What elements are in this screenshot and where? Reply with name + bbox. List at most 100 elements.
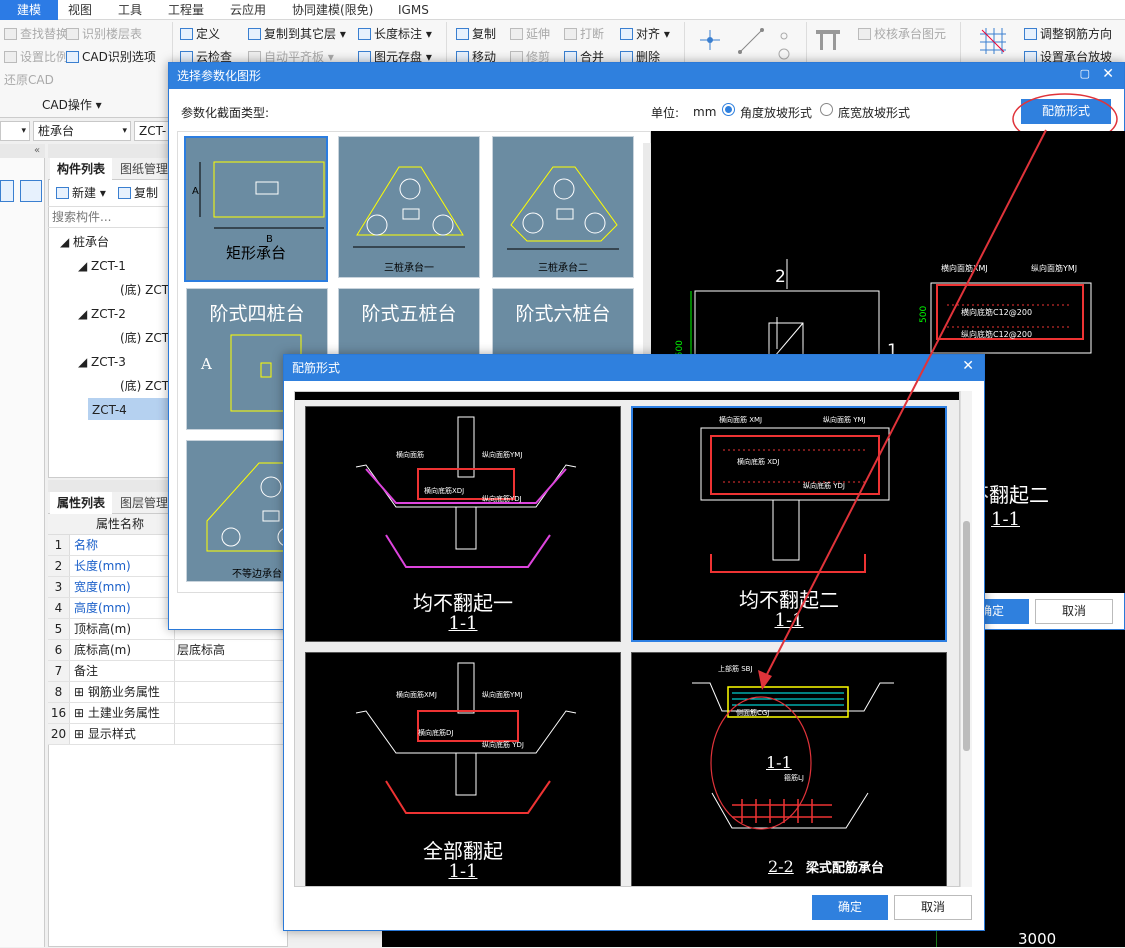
svg-text:横向底筋XDJ: 横向底筋XDJ (424, 486, 464, 495)
expand-icon[interactable]: ⊞ (74, 685, 88, 699)
length-dim-button[interactable]: 长度标注 ▾ (358, 24, 432, 44)
find-replace-label: 查找替换 (20, 27, 69, 41)
copy-button[interactable]: 复制 (456, 24, 496, 44)
menu-view[interactable]: 视图 (68, 0, 92, 20)
property-value[interactable]: 层底标高 (174, 640, 288, 660)
property-name: 底标高(m) (74, 640, 131, 660)
radio-angle-label[interactable]: 角度放坡形式 (740, 104, 812, 121)
rebar-option-2[interactable]: 横向面筋 XMJ 纵向面筋 YMJ 横向底筋 XDJ 纵向底筋 YDJ 均不翻起二 … (631, 406, 947, 642)
menu-build[interactable]: 建模 (0, 0, 58, 20)
rebar-option-4[interactable]: 上部筋 SBJ 侧面筋CGJ 箍筋LJ 1-1 2-2 梁式配筋承台 (631, 652, 947, 886)
identify-floor-table-button[interactable]: 识别楼层表 (66, 24, 142, 44)
type-combo[interactable]: 桩承台 ▾ (33, 121, 131, 141)
scrolled-row-edge (295, 392, 959, 400)
menu-igms[interactable]: IGMS (398, 0, 429, 20)
rebar-ok-button[interactable]: 确定 (812, 895, 888, 920)
new-component-button[interactable]: 新建 ▾ (56, 183, 106, 203)
svg-text:纵向底筋YDJ: 纵向底筋YDJ (482, 494, 522, 503)
nav-icon[interactable] (0, 180, 14, 202)
tree-label: ZCT-1 (91, 259, 126, 273)
align-button[interactable]: 对齐 ▾ (620, 24, 670, 44)
set-scale-button[interactable]: 设置比例 (4, 47, 68, 67)
cap-icon[interactable] (814, 28, 844, 54)
svg-text:纵向面筋 YMJ: 纵向面筋 YMJ (823, 415, 866, 424)
property-row-number: 8 (48, 682, 70, 702)
property-value[interactable] (174, 682, 288, 702)
extend-label: 延伸 (526, 27, 551, 41)
tree-node[interactable]: ◢ ZCT-3 (78, 353, 126, 371)
draw-tools-icon[interactable] (696, 26, 806, 66)
menu-quantity[interactable]: 工程量 (168, 0, 204, 20)
radio-bottom-label[interactable]: 底宽放坡形式 (838, 104, 910, 121)
expand-icon[interactable]: ⊞ (74, 706, 88, 720)
tree-node-selected[interactable]: ZCT-4 (92, 401, 127, 419)
tab-property-list[interactable]: 属性列表 (50, 492, 112, 514)
menu-tools[interactable]: 工具 (118, 0, 142, 20)
restore-cad-button[interactable]: 还原CAD (4, 70, 54, 90)
tab-component-list[interactable]: 构件列表 (50, 158, 112, 180)
collapse-icon[interactable]: « (34, 145, 40, 156)
copy-to-floor-button[interactable]: 复制到其它层 ▾ (248, 24, 346, 44)
restore-cad-label: 还原CAD (4, 73, 54, 87)
close-icon[interactable]: ✕ (962, 358, 974, 374)
shape-tile-tri2[interactable]: 三桩承台二 (492, 136, 634, 278)
tab-layer-mgmt[interactable]: 图层管理 (120, 492, 168, 514)
menu-collab[interactable]: 协同建模(限免) (292, 0, 373, 20)
property-name-text: 底标高(m) (74, 643, 132, 657)
option-caption: 全部翻起 (423, 839, 503, 863)
rebar-cancel-button[interactable]: 取消 (894, 895, 972, 920)
break-label: 打断 (580, 27, 605, 41)
copy-component-button[interactable]: 复制 (118, 183, 158, 203)
property-name-text: 钢筋业务属性 (87, 685, 160, 699)
property-row[interactable]: 20 ⊞ 显示样式 (48, 724, 288, 745)
check-cap-button[interactable]: 校核承台图元 (858, 24, 946, 44)
tree-root[interactable]: ◢ 桩承台 (60, 233, 109, 251)
shape-tile-rect[interactable]: AB 矩形承台 (184, 136, 328, 282)
property-value[interactable] (174, 724, 288, 744)
rebar-dialog-title: 配筋形式 (284, 355, 984, 381)
extend-button[interactable]: 延伸 (510, 24, 550, 44)
radio-bottom[interactable] (820, 103, 833, 116)
adjust-rebar-button[interactable]: 调整钢筋方向 (1024, 24, 1112, 44)
rebar-scrollbar[interactable] (960, 391, 972, 887)
nav-icon[interactable] (20, 180, 42, 202)
property-row[interactable]: 7 备注 (48, 661, 288, 682)
tree-leaf[interactable]: (底) ZCT (120, 281, 169, 299)
cad-options-button[interactable]: CAD识别选项 (66, 47, 156, 67)
tree-leaf[interactable]: (底) ZCT (120, 329, 169, 347)
tree-label: ZCT-3 (91, 355, 126, 369)
property-row[interactable]: 8 ⊞ 钢筋业务属性 (48, 682, 288, 703)
tree-leaf[interactable]: (底) ZCT (120, 377, 169, 395)
close-icon[interactable]: ✕ (1102, 66, 1114, 82)
radio-angle[interactable] (722, 103, 735, 116)
option-caption: 均不翻起一 (413, 591, 513, 615)
property-value[interactable] (174, 661, 288, 681)
align-label: 对齐 (636, 27, 661, 41)
rebar-option-3[interactable]: 横向面筋XMJ 纵向面筋YMJ 横向底筋DJ 纵向底筋 YDJ 全部翻起 1-1 (305, 652, 621, 886)
cad-ops-group-label[interactable]: CAD操作 ▾ (42, 95, 102, 115)
tab-drawing-mgmt[interactable]: 图纸管理 (120, 158, 168, 180)
floor-combo[interactable]: ▾ (0, 121, 30, 141)
rebar-grid-icon[interactable] (978, 26, 1008, 56)
tri1-diagram (353, 166, 465, 248)
shape-tile-tri1[interactable]: 三桩承台一 (338, 136, 480, 278)
maximize-icon[interactable]: ▢ (1080, 67, 1090, 80)
svg-text:纵向底筋C12@200: 纵向底筋C12@200 (961, 329, 1032, 339)
rect-cap-diagram: AB (192, 161, 325, 245)
define-button[interactable]: 定义 (180, 24, 220, 44)
rebar-option-1[interactable]: 横向面筋 纵向面筋YMJ 横向底筋XDJ 纵向底筋YDJ 均不翻起一 1-1 (305, 406, 621, 642)
property-value[interactable] (174, 703, 288, 723)
menu-cloud[interactable]: 云应用 (230, 0, 266, 20)
preview-caption-section: 1-1 (991, 509, 1020, 530)
property-row[interactable]: 16 ⊞ 土建业务属性 (48, 703, 288, 724)
tree-node[interactable]: ◢ ZCT-1 (78, 257, 126, 275)
find-replace-button[interactable]: 查找替换 (4, 24, 68, 44)
tree-node[interactable]: ◢ ZCT-2 (78, 305, 126, 323)
param-cancel-button[interactable]: 取消 (1035, 599, 1113, 624)
tri2-diagram (507, 166, 619, 250)
expand-icon[interactable]: ⊞ (74, 727, 88, 741)
param-dialog-title: 选择参数化图形 (169, 63, 1124, 89)
property-row-number: 20 (48, 724, 70, 744)
property-row[interactable]: 6 底标高(m) 层底标高 (48, 640, 288, 661)
break-button[interactable]: 打断 (564, 24, 604, 44)
